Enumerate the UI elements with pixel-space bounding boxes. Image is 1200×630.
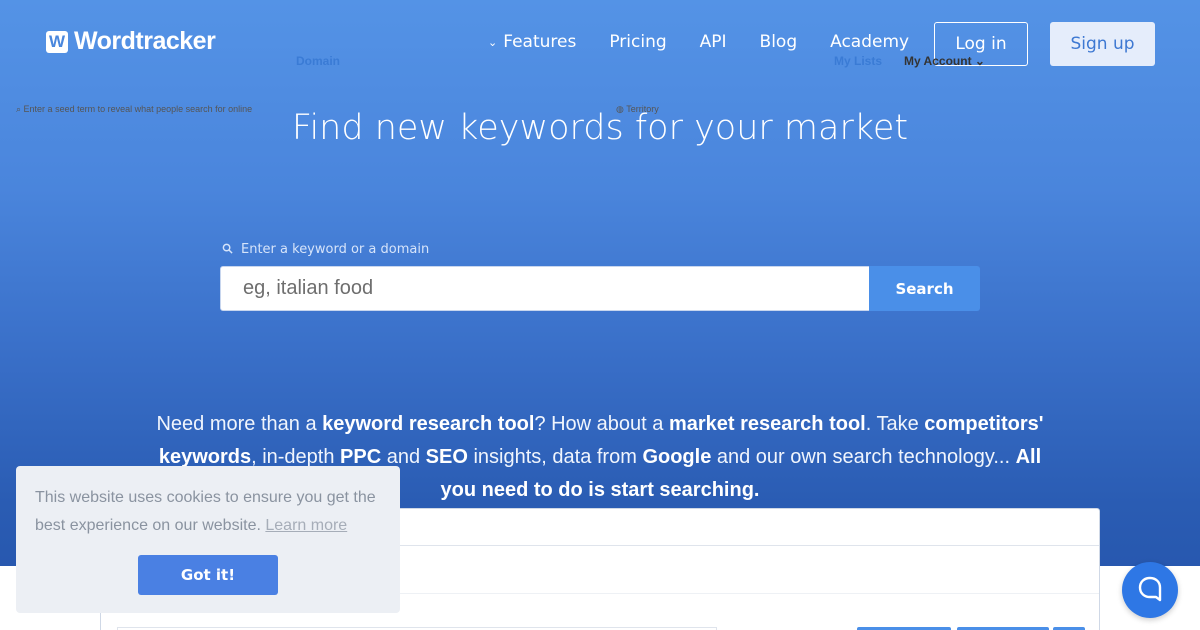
chevron-down-icon: ⌄ — [974, 54, 985, 68]
description-highlight: PPC — [340, 446, 382, 468]
search-button[interactable]: Search — [869, 266, 980, 311]
description-highlight: keyword research tool — [322, 413, 535, 435]
cookie-message: This website uses cookies to ensure you … — [35, 484, 385, 540]
nav-features-label: Features — [503, 32, 577, 52]
description-text: search technology... — [826, 446, 1016, 468]
description-text: and — [381, 446, 426, 468]
description-text: and our own — [711, 446, 827, 468]
preview-my-lists: My Lists — [834, 54, 883, 68]
preview-territory-label: Territory — [626, 104, 659, 114]
globe-icon: ◍ — [616, 104, 627, 114]
description-highlight: SEO — [425, 446, 468, 468]
preview-my-account-label: My Account — [904, 54, 972, 68]
search-input[interactable]: eg, italian food — [220, 266, 870, 311]
nav-api[interactable]: API — [700, 32, 727, 52]
search-label: Enter a keyword or a domain — [222, 242, 429, 257]
search-label-text: Enter a keyword or a domain — [241, 242, 430, 257]
description-text: ? How about a — [534, 413, 669, 435]
description-text: , in-depth — [251, 446, 341, 468]
description-highlight: market research tool — [668, 413, 866, 435]
preview-my-account: My Account ⌄ — [904, 54, 985, 68]
wordtracker-logo[interactable]: W Wordtracker — [46, 27, 216, 56]
description-text: insights, data from — [467, 446, 643, 468]
nav-pricing[interactable]: Pricing — [609, 32, 666, 52]
cookie-banner: This website uses cookies to ensure you … — [16, 466, 400, 613]
chevron-down-icon: ⌄ — [488, 35, 498, 49]
preview-tab-domain: Domain — [296, 54, 341, 68]
main-nav: ⌄ Features Pricing API Blog Academy — [488, 32, 942, 52]
description-text: Need more than a — [156, 413, 323, 435]
nav-blog[interactable]: Blog — [760, 32, 798, 52]
cookie-accept-button[interactable]: Got it! — [138, 555, 278, 595]
signup-button[interactable]: Sign up — [1050, 22, 1155, 66]
search-icon — [222, 243, 233, 257]
logo-mark-icon: W — [46, 30, 68, 53]
preview-seed-hint: ⌕ Enter a seed term to reveal what peopl… — [16, 104, 252, 115]
description-text: . Take — [865, 413, 925, 435]
logo-text: Wordtracker — [74, 27, 216, 55]
nav-features[interactable]: ⌄ Features — [488, 32, 576, 52]
preview-territory: ◍ Territory — [616, 104, 659, 115]
search-icon: ⌕ — [16, 104, 24, 114]
description-highlight: Google — [642, 446, 712, 468]
cookie-learn-more-link[interactable]: Learn more — [265, 517, 347, 534]
chat-widget-button[interactable] — [1122, 562, 1178, 618]
preview-seed-hint-text: Enter a seed term to reveal what people … — [23, 104, 253, 114]
chat-bubble-icon — [1136, 574, 1164, 606]
nav-academy[interactable]: Academy — [830, 32, 909, 52]
